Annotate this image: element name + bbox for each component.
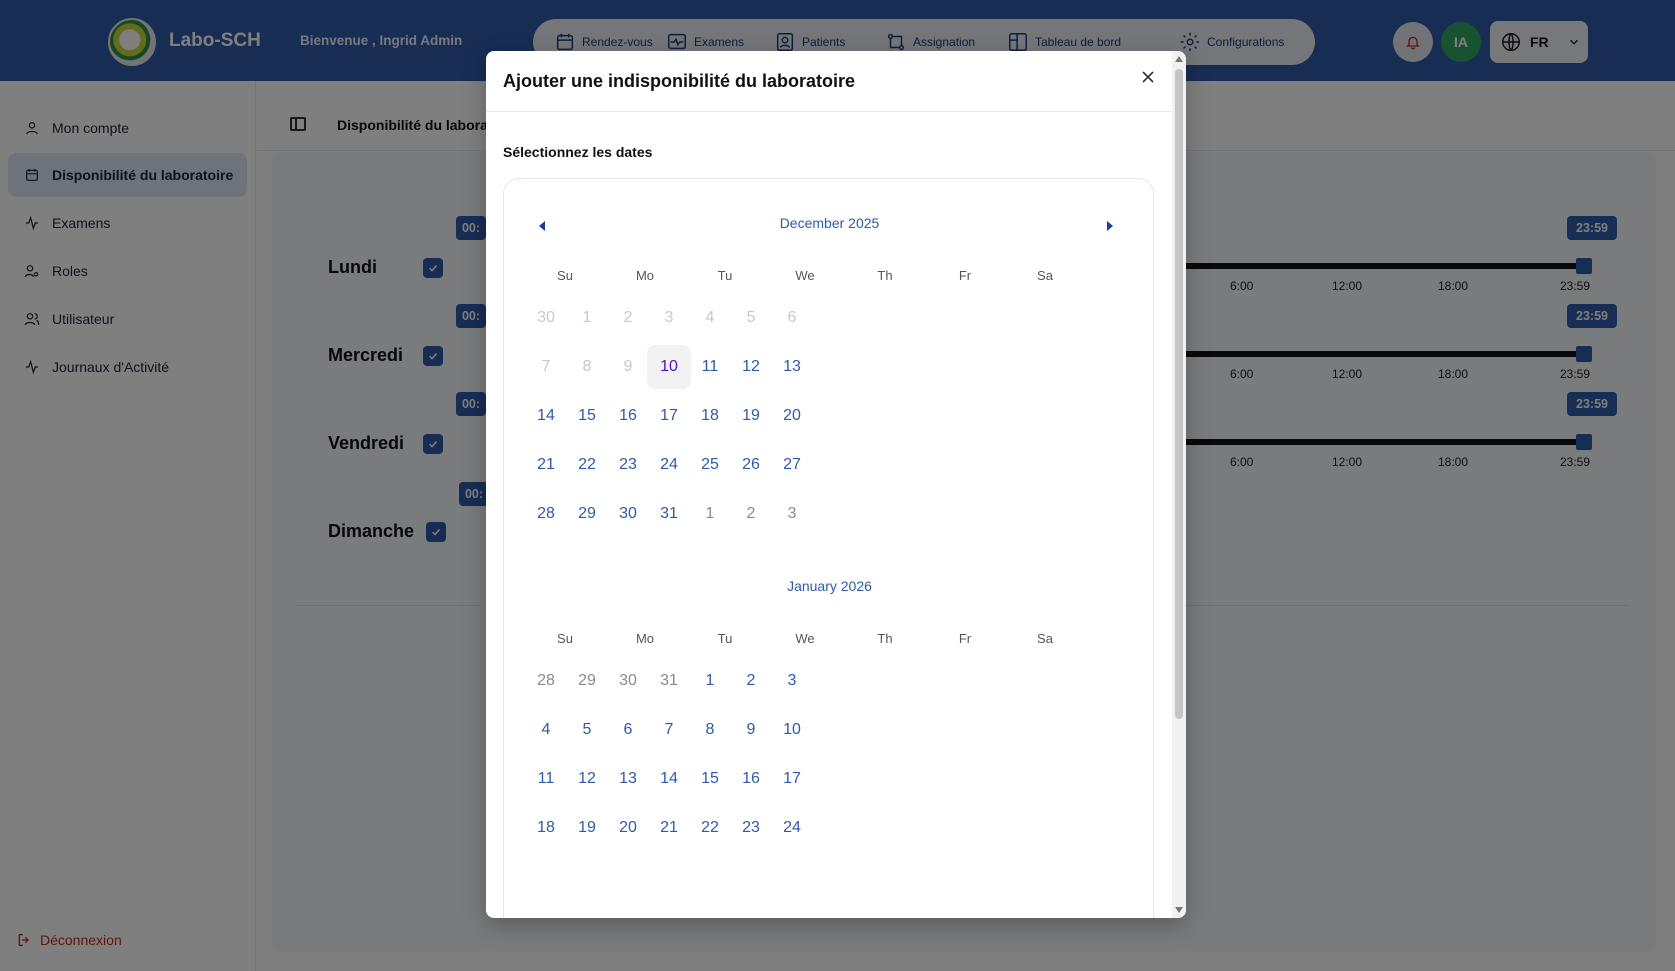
close-button[interactable] [1136, 65, 1160, 89]
calendar-day[interactable]: 16 [606, 394, 650, 438]
calendar-day[interactable]: 19 [729, 394, 773, 438]
calendar-day[interactable]: 20 [770, 394, 814, 438]
calendar-day[interactable]: 30 [606, 492, 650, 536]
date-picker: December 2025 Su Mo Tu We Th Fr Sa 30 1 2 3 4 5 6 7 8 9 10… [503, 178, 1154, 918]
calendar-day[interactable]: 11 [688, 345, 732, 389]
calendar-day[interactable]: 2 [729, 659, 773, 703]
weekday-header: Su [557, 268, 573, 283]
calendar-day[interactable]: 3 [770, 659, 814, 703]
calendar-day[interactable]: 2 [729, 492, 773, 536]
weekday-header: Th [877, 631, 893, 646]
calendar-day: 8 [582, 358, 592, 375]
calendar-day[interactable]: 3 [770, 492, 814, 536]
calendar-day[interactable]: 10 [770, 708, 814, 752]
calendar-day[interactable]: 30 [606, 659, 650, 703]
calendar-day[interactable]: 12 [729, 345, 773, 389]
calendar-day[interactable]: 13 [770, 345, 814, 389]
calendar-day[interactable]: 22 [565, 443, 609, 487]
calendar-day[interactable]: 11 [524, 757, 568, 801]
weekday-header: Tu [717, 268, 733, 283]
calendar-day[interactable]: 27 [770, 443, 814, 487]
calendar-day[interactable]: 23 [606, 443, 650, 487]
calendar-day: 5 [746, 309, 756, 326]
month-title: January 2026 [787, 578, 872, 594]
calendar-day[interactable]: 29 [565, 659, 609, 703]
month-title: December 2025 [779, 215, 880, 231]
calendar-day: 7 [541, 358, 551, 375]
weekday-header: Fr [958, 268, 972, 283]
calendar-day[interactable]: 15 [565, 394, 609, 438]
calendar-day[interactable]: 14 [647, 757, 691, 801]
calendar-day[interactable]: 1 [688, 659, 732, 703]
calendar-day[interactable]: 7 [647, 708, 691, 752]
dialog-scrollbar[interactable] [1172, 51, 1186, 918]
calendar-day[interactable]: 24 [647, 443, 691, 487]
dialog-title: Ajouter une indisponibilité du laboratoi… [503, 71, 856, 91]
close-icon [1142, 71, 1154, 83]
calendar-day[interactable]: 1 [688, 492, 732, 536]
calendar-day[interactable]: 20 [606, 806, 650, 850]
calendar-day[interactable]: 31 [647, 492, 691, 536]
calendar-day: 6 [787, 309, 797, 326]
calendar-day: 1 [582, 309, 592, 326]
calendar-day[interactable]: 10 [647, 345, 691, 389]
dialog-divider [486, 111, 1171, 112]
weekday-header: Sa [1037, 631, 1053, 646]
calendar-day[interactable]: 17 [647, 394, 691, 438]
calendar-day[interactable]: 19 [565, 806, 609, 850]
calendar-day: 2 [623, 309, 633, 326]
calendar-day[interactable]: 14 [524, 394, 568, 438]
calendar-day: 3 [664, 309, 674, 326]
calendar-day[interactable]: 23 [729, 806, 773, 850]
calendar-day[interactable]: 15 [688, 757, 732, 801]
calendar-day[interactable]: 12 [565, 757, 609, 801]
calendar-day: 4 [705, 309, 715, 326]
scroll-thumb[interactable] [1175, 69, 1183, 719]
calendar-day[interactable]: 29 [565, 492, 609, 536]
calendar-day[interactable]: 16 [729, 757, 773, 801]
calendar-day[interactable]: 21 [647, 806, 691, 850]
calendar-day[interactable]: 31 [647, 659, 691, 703]
weekday-header: We [795, 631, 815, 646]
weekday-header: Fr [958, 631, 972, 646]
weekday-header: Tu [717, 631, 733, 646]
calendar-day[interactable]: 9 [729, 708, 773, 752]
calendar-day[interactable]: 5 [565, 708, 609, 752]
calendar-day[interactable]: 8 [688, 708, 732, 752]
calendar-day[interactable]: 26 [729, 443, 773, 487]
weekday-header: Su [557, 631, 573, 646]
scroll-up-arrow[interactable] [1175, 56, 1183, 62]
weekday-header: Mo [635, 631, 655, 646]
weekday-header: Th [877, 268, 893, 283]
calendar-day[interactable]: 17 [770, 757, 814, 801]
unavailability-dialog: Ajouter une indisponibilité du laboratoi… [486, 51, 1186, 918]
calendar-day[interactable]: 28 [524, 492, 568, 536]
weekday-header: Sa [1037, 268, 1053, 283]
weekday-header: We [795, 268, 815, 283]
calendar-day[interactable]: 24 [770, 806, 814, 850]
calendar-day[interactable]: 18 [524, 806, 568, 850]
dates-label: Sélectionnez les dates [503, 144, 653, 160]
calendar-day[interactable]: 18 [688, 394, 732, 438]
calendar-day: 9 [623, 358, 633, 375]
calendar-day[interactable]: 21 [524, 443, 568, 487]
scroll-down-arrow[interactable] [1175, 907, 1183, 913]
calendar-day[interactable]: 22 [688, 806, 732, 850]
calendar-day: 30 [537, 309, 555, 326]
calendar-day[interactable]: 28 [524, 659, 568, 703]
calendar-day[interactable]: 6 [606, 708, 650, 752]
calendar-day[interactable]: 4 [524, 708, 568, 752]
calendar-day[interactable]: 13 [606, 757, 650, 801]
calendar-day[interactable]: 25 [688, 443, 732, 487]
weekday-header: Mo [635, 268, 655, 283]
